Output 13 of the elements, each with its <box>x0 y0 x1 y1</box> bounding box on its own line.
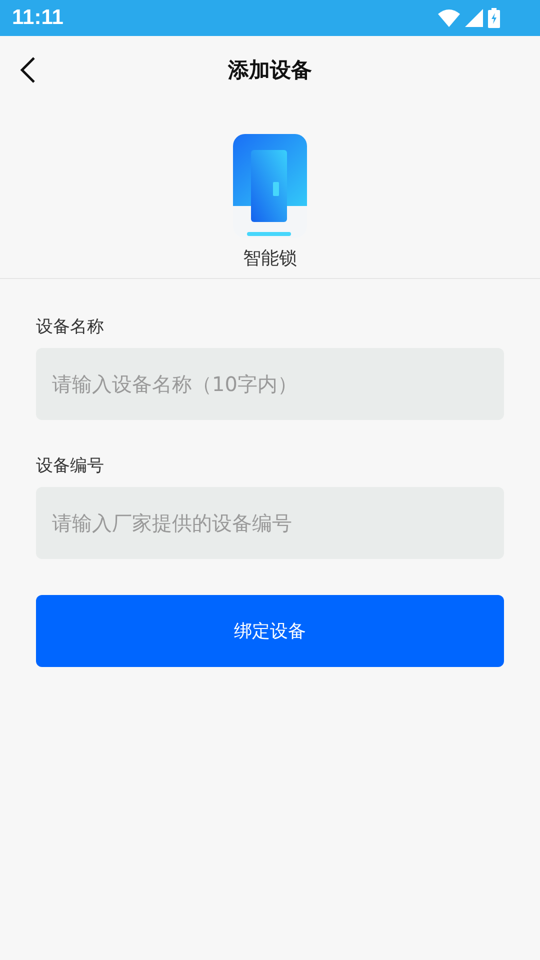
smart-lock-icon <box>233 134 307 238</box>
field-label: 设备编号 <box>36 455 105 477</box>
bind-button[interactable]: 绑定设备 <box>36 595 504 667</box>
back-icon[interactable] <box>20 56 36 84</box>
input-field[interactable]: 请输入设备名称（10字内） <box>36 348 504 420</box>
device-name: 智能锁 <box>243 247 297 270</box>
status-time: 11:11 <box>12 6 64 30</box>
page-title: 添加设备 <box>228 57 312 84</box>
wifi-icon <box>438 9 460 27</box>
field-label: 设备名称 <box>36 316 105 338</box>
input-field[interactable]: 请输入厂家提供的设备编号 <box>36 487 504 559</box>
battery-icon <box>488 8 500 28</box>
signal-icon <box>465 9 483 27</box>
